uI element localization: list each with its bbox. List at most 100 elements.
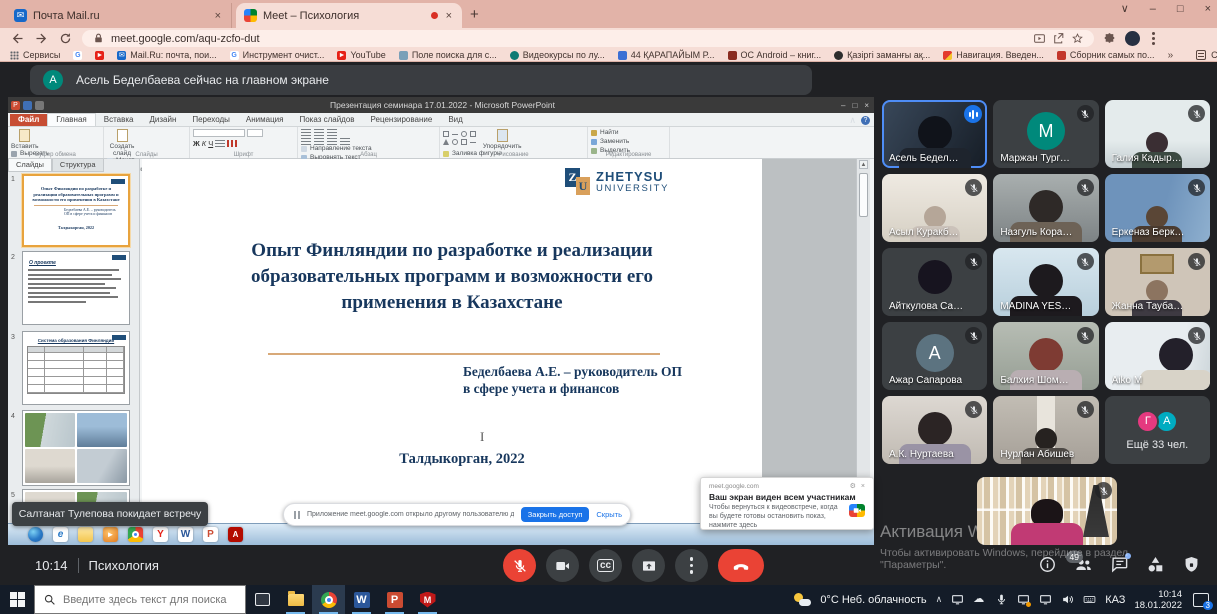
slide-thumbnail-3[interactable]: Система образования Финляндии: [22, 331, 130, 405]
minimize-button[interactable]: –: [1150, 3, 1156, 15]
align-right-button[interactable]: [327, 138, 337, 145]
panel-tab-slides[interactable]: Слайды: [8, 159, 52, 172]
cast-icon[interactable]: [951, 593, 964, 606]
ppt-tab-insert[interactable]: Вставка: [96, 114, 142, 126]
browser-menu-icon[interactable]: [1149, 32, 1158, 45]
leave-call-button[interactable]: [718, 549, 764, 582]
numbering-button[interactable]: [314, 129, 324, 136]
tab-close-icon[interactable]: ×: [213, 10, 223, 22]
taskbar-search-input[interactable]: [63, 594, 237, 606]
mic-toggle-button[interactable]: [503, 549, 536, 582]
display-notification-icon[interactable]: [1017, 593, 1030, 606]
taskbar-chrome-button[interactable]: [312, 585, 345, 614]
camera-toggle-button[interactable]: [546, 549, 579, 582]
bullets-button[interactable]: [301, 129, 311, 136]
participant-tile[interactable]: М Маржан Турганова: [993, 100, 1098, 168]
taskbar-powerpoint-button[interactable]: P: [378, 585, 411, 614]
screen-visible-notification[interactable]: meet.google.com ⚙ × Ваш экран виден всем…: [700, 477, 874, 530]
justify-button[interactable]: [340, 138, 350, 145]
help-icon[interactable]: ?: [861, 116, 870, 125]
taskbar-search[interactable]: [34, 585, 246, 614]
participant-tile[interactable]: Асыл Куракбаева: [882, 174, 987, 242]
ppt-maximize-button[interactable]: □: [852, 101, 857, 110]
tray-expand-icon[interactable]: ∧: [936, 594, 943, 605]
taskbar-mcafee-button[interactable]: M: [411, 585, 444, 614]
ppt-tab-review[interactable]: Рецензирование: [363, 114, 441, 126]
media-control-icon[interactable]: [1033, 32, 1046, 45]
font-size-select[interactable]: [247, 129, 263, 137]
ppt-scrollbar[interactable]: ▲ ▼: [856, 159, 870, 523]
task-view-button[interactable]: [246, 585, 279, 614]
stop-sharing-button[interactable]: Закрыть доступ: [521, 507, 590, 522]
panel-tab-outline[interactable]: Структура: [52, 159, 104, 172]
align-center-button[interactable]: [314, 138, 324, 145]
participant-tile[interactable]: Нурлан Абишев: [993, 396, 1098, 464]
microphone-tray-icon[interactable]: [995, 593, 1008, 606]
ppt-tab-transitions[interactable]: Переходы: [184, 114, 238, 126]
bookmark-item[interactable]: Навигация. Введен...: [943, 50, 1044, 60]
bookmark-services[interactable]: Сервисы: [10, 50, 60, 60]
bold-button[interactable]: Ж: [193, 139, 200, 148]
ppt-tab-design[interactable]: Дизайн: [141, 114, 184, 126]
present-button[interactable]: [632, 549, 665, 582]
weather-text[interactable]: 0°C Неб. облачность: [820, 594, 926, 606]
share-icon[interactable]: [1052, 32, 1065, 45]
shapes-gallery[interactable]: [443, 129, 477, 145]
slide-thumbnail-4[interactable]: [22, 410, 130, 486]
bookmark-item[interactable]: Сборник самых по...: [1057, 50, 1155, 60]
bookmark-item[interactable]: 44 ҚАРАПАЙЫМ Р...: [618, 50, 715, 60]
taskbar-word-button[interactable]: W: [345, 585, 378, 614]
arrange-button[interactable]: Упорядочить: [483, 129, 522, 150]
new-tab-button[interactable]: +: [470, 6, 479, 23]
back-icon[interactable]: [10, 31, 25, 46]
underline-button[interactable]: Ч: [208, 139, 213, 148]
ppt-minimize-button[interactable]: –: [841, 101, 845, 110]
font-name-select[interactable]: [193, 129, 245, 137]
bookmark-item[interactable]: Видеокурсы по лу...: [510, 50, 605, 60]
extensions-puzzle-icon[interactable]: [1103, 32, 1116, 45]
bookmark-item[interactable]: ►YouTube: [337, 50, 385, 60]
taskbar-clock[interactable]: 10:14 18.01.2022: [1134, 589, 1182, 611]
bookmark-favicon-youtube[interactable]: ►: [95, 51, 104, 60]
tab-mail[interactable]: ✉ Почта Mail.ru ×: [6, 3, 232, 28]
participant-tile[interactable]: Еркеназ Беркинб...: [1105, 174, 1210, 242]
tab-meet[interactable]: Meet – Психология ×: [236, 3, 462, 28]
tab-search-icon[interactable]: ∨: [1121, 2, 1129, 15]
self-view-tile[interactable]: [977, 477, 1117, 545]
maximize-button[interactable]: □: [1177, 3, 1184, 15]
participant-tile[interactable]: Галия Кадырбае...: [1105, 100, 1210, 168]
forward-icon[interactable]: [34, 31, 49, 46]
more-participants-tile[interactable]: Г А Ещё 33 чел.: [1105, 396, 1210, 464]
italic-button[interactable]: К: [202, 139, 206, 148]
paste-button[interactable]: Вставить: [11, 129, 39, 150]
bookmark-item[interactable]: Поле поиска для с...: [399, 50, 497, 60]
save-icon[interactable]: [23, 101, 32, 110]
notification-close-icon[interactable]: ×: [861, 483, 865, 490]
slide-thumbnail-1[interactable]: Опыт Финляндии по разработке и реализаци…: [22, 174, 130, 247]
ppt-tab-animations[interactable]: Анимация: [238, 114, 292, 126]
tab-close-icon[interactable]: ×: [444, 10, 454, 22]
ppt-tab-view[interactable]: Вид: [440, 114, 470, 126]
bookmark-item[interactable]: GИнструмент очист...: [230, 50, 325, 60]
address-bar[interactable]: meet.google.com/aqu-zcfo-dut: [82, 30, 1094, 47]
start-button[interactable]: [0, 585, 34, 614]
language-indicator[interactable]: КАЗ: [1105, 594, 1125, 606]
participant-tile[interactable]: А Ажар Сапарова: [882, 322, 987, 390]
bookmark-item[interactable]: Қазіргі заманғы ақ...: [834, 50, 930, 60]
weather-icon[interactable]: [794, 593, 811, 606]
bookmarks-overflow-chevron[interactable]: »: [1168, 50, 1174, 61]
scrollbar-thumb[interactable]: [859, 173, 868, 217]
volume-icon[interactable]: [1061, 593, 1074, 606]
ppt-tab-home[interactable]: Главная: [47, 113, 95, 126]
ppt-tab-slideshow[interactable]: Показ слайдов: [291, 114, 362, 126]
profile-avatar[interactable]: [1125, 31, 1140, 46]
network-icon[interactable]: [1039, 593, 1052, 606]
bookmark-item[interactable]: ОС Android – книг...: [728, 50, 822, 60]
close-button[interactable]: ×: [1205, 3, 1211, 15]
text-direction-button[interactable]: Направление текста: [301, 145, 389, 152]
font-color-buttons[interactable]: [227, 140, 237, 147]
ribbon-collapse-icon[interactable]: ∧: [849, 115, 856, 126]
onedrive-cloud-icon[interactable]: ☁: [973, 593, 986, 606]
participant-tile[interactable]: Жанна Таубалди...: [1105, 248, 1210, 316]
notification-settings-icon[interactable]: ⚙: [850, 482, 856, 490]
